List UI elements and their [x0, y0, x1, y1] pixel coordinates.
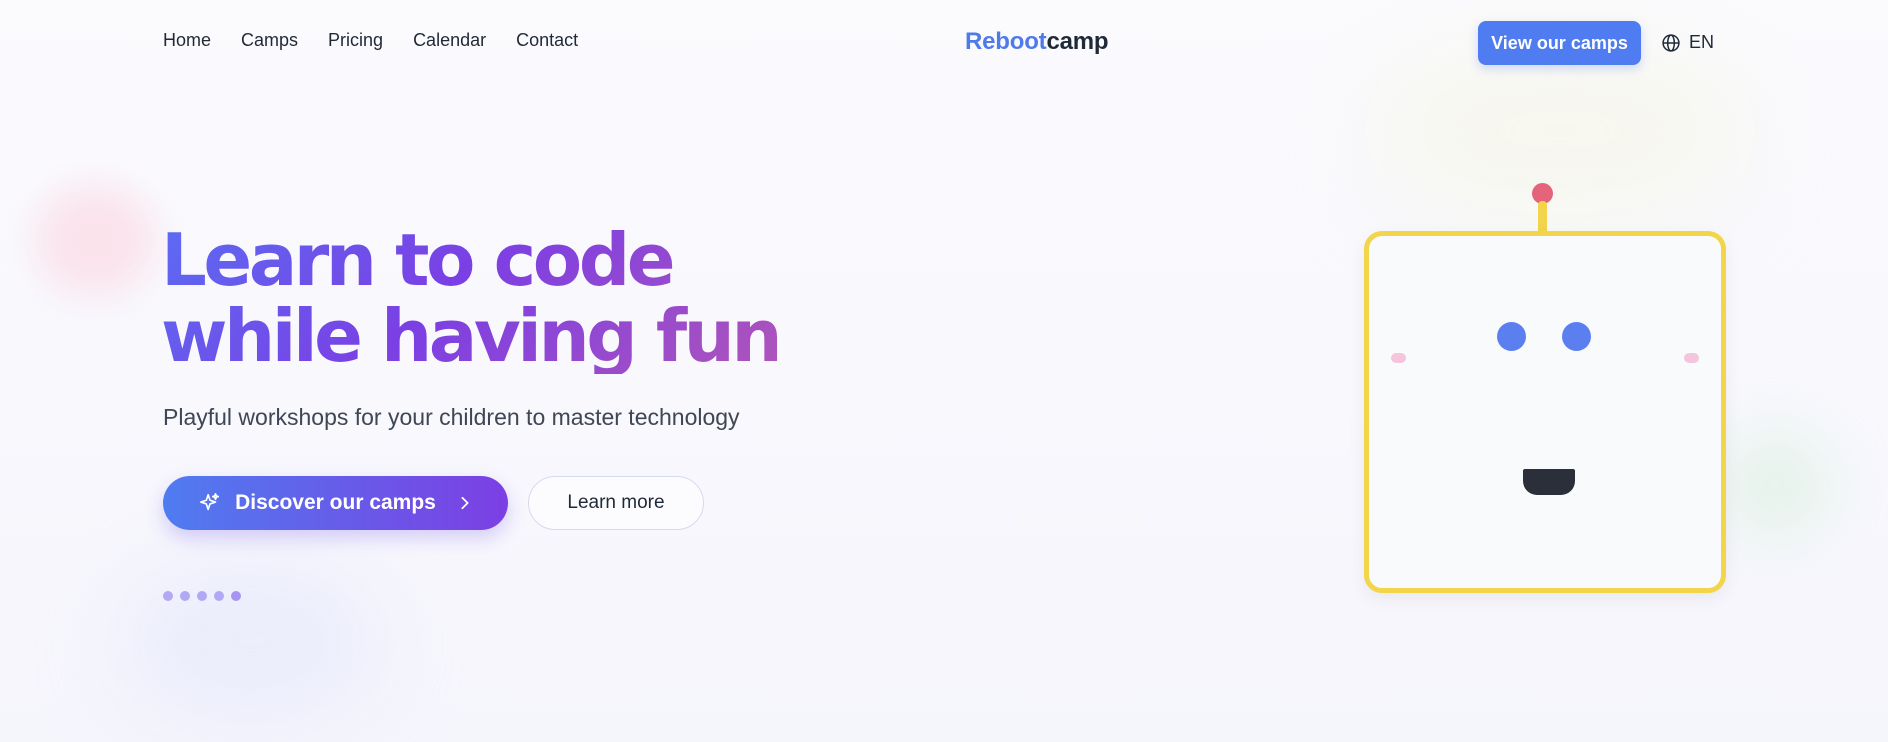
hero-subtitle: Playful workshops for your children to m…: [163, 404, 740, 430]
nav-links: Home Camps Pricing Calendar Contact: [163, 30, 578, 51]
nav-link-camps[interactable]: Camps: [241, 30, 298, 51]
carousel-dot[interactable]: [197, 591, 207, 601]
robot-right-cheek: [1684, 353, 1699, 363]
hero-title-line-2: while having fun: [161, 294, 780, 378]
carousel-dot[interactable]: [231, 591, 241, 601]
carousel-dot[interactable]: [214, 591, 224, 601]
site-logo[interactable]: Rebootcamp: [965, 28, 1109, 56]
chevron-right-icon: [461, 496, 469, 510]
discover-camps-button[interactable]: Discover our camps: [163, 476, 508, 530]
carousel-dot[interactable]: [180, 591, 190, 601]
nav-link-pricing[interactable]: Pricing: [328, 30, 383, 51]
decor-blob-green: [1720, 430, 1830, 540]
decor-blob-pink: [35, 185, 155, 295]
decor-blob-blue: [120, 560, 380, 720]
logo-text-reboot: Reboot: [965, 28, 1047, 55]
robot-left-cheek: [1391, 353, 1406, 363]
robot-left-eye: [1497, 322, 1526, 351]
hero-title: Learn to code while having fun: [161, 222, 801, 374]
globe-icon: [1662, 33, 1680, 52]
learn-more-button[interactable]: Learn more: [528, 476, 704, 530]
nav-link-home[interactable]: Home: [163, 30, 211, 51]
hero-title-line-1: Learn to code: [161, 218, 673, 302]
robot-mouth: [1523, 469, 1575, 495]
sparkles-icon: [200, 493, 220, 511]
carousel-dot[interactable]: [163, 591, 173, 601]
logo-text-camp: camp: [1046, 28, 1109, 55]
robot-face: [1364, 231, 1726, 593]
language-label: EN: [1689, 32, 1715, 52]
robot-right-eye: [1562, 322, 1591, 351]
carousel-indicators: [163, 591, 241, 601]
nav-link-calendar[interactable]: Calendar: [413, 30, 486, 51]
language-switcher[interactable]: EN: [1661, 32, 1714, 53]
nav-link-contact[interactable]: Contact: [516, 30, 578, 51]
discover-camps-label: Discover our camps: [235, 491, 436, 514]
view-camps-button[interactable]: View our camps: [1478, 21, 1641, 65]
top-navigation: Home Camps Pricing Calendar Contact Rebo…: [0, 0, 1888, 88]
robot-illustration: [1364, 183, 1726, 593]
